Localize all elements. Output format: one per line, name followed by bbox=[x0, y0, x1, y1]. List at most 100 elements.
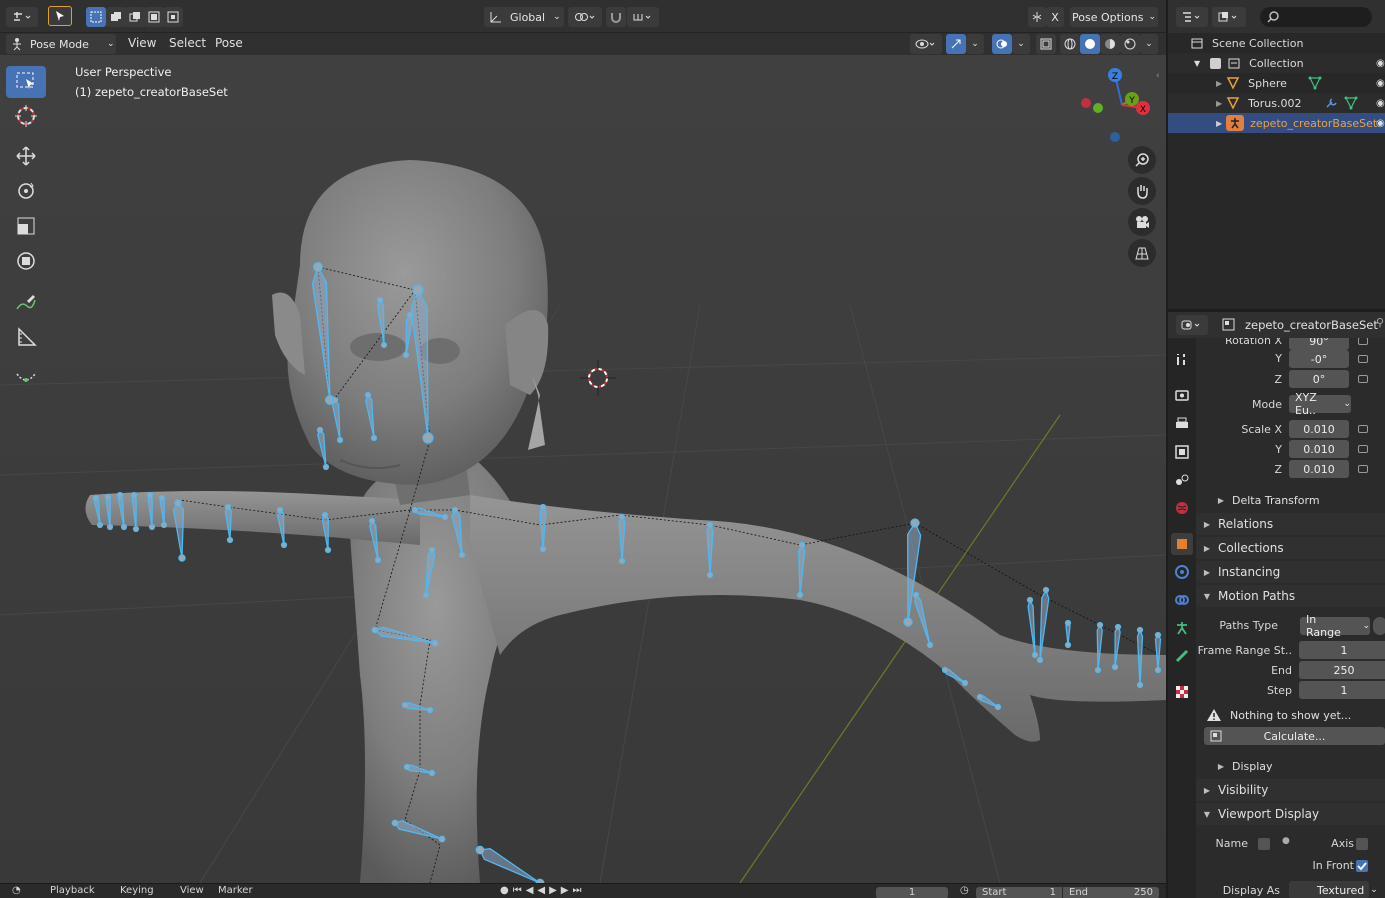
bone-tail-joint[interactable] bbox=[458, 551, 466, 559]
tab-constraints[interactable] bbox=[1171, 589, 1193, 611]
bone-head-joint[interactable] bbox=[403, 763, 411, 771]
bone-tail-joint[interactable] bbox=[96, 521, 104, 529]
bone-head-joint[interactable] bbox=[401, 701, 409, 709]
tool-move[interactable] bbox=[6, 140, 46, 172]
scale-z-field[interactable]: 0.010 bbox=[1289, 460, 1349, 478]
bone-head-joint[interactable] bbox=[475, 845, 485, 855]
bone-tail-joint[interactable] bbox=[374, 556, 382, 564]
display-as-dropdown[interactable]: Textured ⌄ bbox=[1289, 881, 1378, 898]
bone-head-joint[interactable] bbox=[116, 491, 124, 499]
section-relations[interactable]: ▶ Relations bbox=[1196, 513, 1385, 535]
timeline-view-menu[interactable]: View bbox=[180, 885, 204, 896]
frame-range-end-field[interactable]: 250 bbox=[1299, 661, 1385, 679]
eye-icon[interactable]: ◉ bbox=[1376, 98, 1385, 109]
eye-icon[interactable]: ◉ bbox=[1376, 58, 1385, 69]
tab-output[interactable] bbox=[1171, 413, 1193, 435]
properties-editor-type-button[interactable] bbox=[1176, 315, 1208, 335]
keying-menu[interactable]: Keying bbox=[120, 885, 154, 896]
current-frame-field[interactable]: 1 bbox=[876, 887, 948, 898]
tab-object-data[interactable] bbox=[1171, 617, 1193, 639]
bone-tail-joint[interactable] bbox=[994, 703, 1002, 711]
bone-tail-joint[interactable] bbox=[380, 341, 388, 349]
bone-head-joint[interactable] bbox=[1136, 626, 1144, 634]
outliner-row-armature[interactable]: ▶ zepeto_creatorBaseSet ◉ bbox=[1168, 113, 1385, 133]
outliner-row-sphere[interactable]: ▶ Sphere ◉ bbox=[1168, 73, 1385, 93]
bone-tail-joint[interactable] bbox=[322, 463, 330, 471]
bone-head-joint[interactable] bbox=[331, 396, 339, 404]
collection-checkbox[interactable] bbox=[1210, 57, 1222, 69]
bone-tail-joint[interactable] bbox=[178, 554, 186, 562]
end-frame-field[interactable]: End 250 bbox=[1063, 887, 1159, 898]
bone-head-joint[interactable] bbox=[912, 591, 920, 599]
playback-controls-icon[interactable]: ●⏮◀◀▶▶⏭ bbox=[500, 885, 586, 896]
eye-icon[interactable]: ◉ bbox=[1376, 78, 1385, 89]
bone-head-joint[interactable] bbox=[146, 491, 154, 499]
lock-icon[interactable] bbox=[1358, 355, 1368, 363]
3d-viewport[interactable]: User Perspective (1) zepeto_creatorBaseS… bbox=[0, 55, 1166, 883]
snap-toggle-button[interactable] bbox=[606, 7, 626, 27]
outliner-search-input[interactable] bbox=[1260, 7, 1372, 27]
bone-tail-joint[interactable] bbox=[441, 513, 449, 521]
outliner-row-scene-collection[interactable]: Scene Collection bbox=[1168, 33, 1385, 53]
tab-world[interactable] bbox=[1171, 497, 1193, 519]
display-mode-dropdown[interactable] bbox=[1212, 7, 1246, 27]
visibility-dropdown[interactable] bbox=[910, 34, 942, 54]
menu-pose[interactable]: Pose bbox=[215, 36, 243, 50]
editor-type-button[interactable] bbox=[6, 7, 38, 27]
bone-head-joint[interactable] bbox=[910, 518, 920, 528]
bone-tail-joint[interactable] bbox=[422, 591, 430, 599]
overlays-dropdown[interactable]: ⌄ bbox=[1012, 34, 1030, 54]
start-frame-field[interactable]: Start 1 bbox=[976, 887, 1062, 898]
bone-head-joint[interactable] bbox=[941, 666, 949, 674]
lock-icon[interactable] bbox=[1358, 338, 1368, 345]
bone-tail-joint[interactable] bbox=[160, 521, 168, 529]
transform-orientation-dropdown[interactable]: Global ⌄ bbox=[484, 7, 564, 27]
bone-tail-joint[interactable] bbox=[796, 591, 804, 599]
tool-rotate[interactable] bbox=[6, 175, 46, 207]
select-mode-subtract-button[interactable] bbox=[125, 7, 145, 27]
mirror-x-button[interactable]: X bbox=[1046, 7, 1064, 27]
bone-tail-joint[interactable] bbox=[336, 436, 344, 444]
tab-view-layer[interactable] bbox=[1171, 441, 1193, 463]
tool-bone-envelope[interactable] bbox=[6, 361, 46, 393]
step-field[interactable]: 1 bbox=[1299, 681, 1385, 699]
bone-head-joint[interactable] bbox=[1114, 623, 1122, 631]
tab-texture[interactable] bbox=[1171, 681, 1193, 703]
bone-tail-joint[interactable] bbox=[1031, 651, 1039, 659]
bone-tail-joint[interactable] bbox=[903, 617, 913, 627]
bone-tail-joint[interactable] bbox=[961, 679, 969, 687]
tab-bone[interactable] bbox=[1171, 645, 1193, 667]
zoom-button[interactable] bbox=[1128, 146, 1156, 174]
select-tool-button[interactable] bbox=[48, 6, 72, 26]
bone-head-joint[interactable] bbox=[539, 503, 547, 511]
bone-head-joint[interactable] bbox=[158, 494, 166, 502]
bone-tail-joint[interactable] bbox=[148, 523, 156, 531]
lock-icon[interactable] bbox=[1358, 445, 1368, 453]
bone-tail-joint[interactable] bbox=[428, 769, 436, 777]
bone-head-joint[interactable] bbox=[391, 819, 399, 827]
scale-x-field[interactable]: 0.010 bbox=[1289, 420, 1349, 438]
section-instancing[interactable]: ▶ Instancing bbox=[1196, 561, 1385, 583]
bone-head-joint[interactable] bbox=[276, 506, 284, 514]
tab-tool[interactable] bbox=[1171, 348, 1193, 370]
bone-head-joint[interactable] bbox=[406, 311, 414, 319]
mirror-toggle-button[interactable] bbox=[1028, 7, 1046, 27]
bone-head-joint[interactable] bbox=[316, 426, 324, 434]
section-collections[interactable]: ▶ Collections bbox=[1196, 537, 1385, 559]
expand-arrow-icon[interactable]: ▶ bbox=[1216, 99, 1222, 108]
tool-cursor[interactable] bbox=[6, 100, 46, 132]
menu-view[interactable]: View bbox=[128, 36, 156, 50]
bone-tail-joint[interactable] bbox=[226, 536, 234, 544]
gizmo-dropdown[interactable]: ⌄ bbox=[966, 34, 984, 54]
bone-tail-joint[interactable] bbox=[1111, 663, 1119, 671]
bone-head-joint[interactable] bbox=[451, 506, 459, 514]
tab-scene[interactable] bbox=[1171, 469, 1193, 491]
bone-head-joint[interactable] bbox=[174, 499, 182, 507]
rotation-x-field[interactable]: 90° bbox=[1289, 338, 1349, 350]
keyframe-dot-icon[interactable]: ● bbox=[1282, 836, 1290, 846]
gizmo-neg-x-icon[interactable] bbox=[1081, 98, 1091, 108]
bone-tail-joint[interactable] bbox=[324, 546, 332, 554]
rotation-y-field[interactable]: -0° bbox=[1289, 350, 1349, 368]
tool-annotate[interactable] bbox=[6, 286, 46, 318]
tab-object[interactable] bbox=[1171, 533, 1193, 555]
